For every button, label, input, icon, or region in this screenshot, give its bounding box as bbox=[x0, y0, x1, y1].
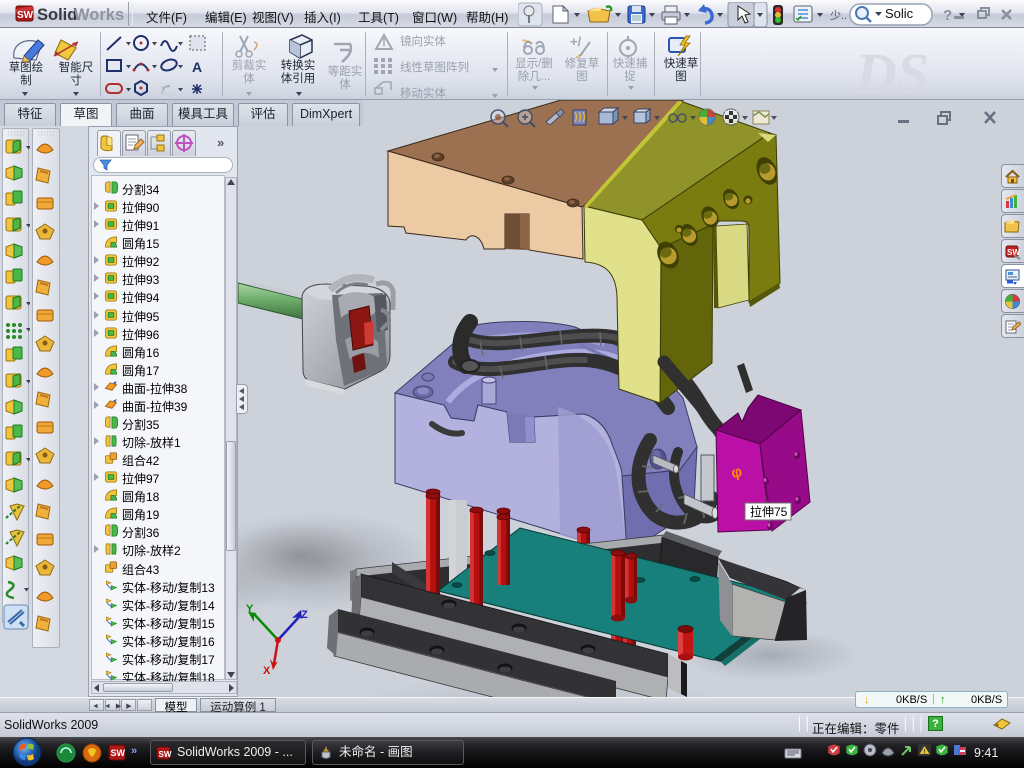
svg-text:SW: SW bbox=[17, 10, 34, 21]
svg-text:X: X bbox=[263, 665, 271, 677]
svg-text:!: ! bbox=[924, 749, 926, 756]
svg-text:Solid: Solid bbox=[37, 6, 77, 24]
svg-text:+/: +/ bbox=[570, 34, 582, 49]
svg-text:Y: Y bbox=[246, 603, 254, 615]
svg-text:»: » bbox=[131, 745, 137, 757]
svg-text:Solic: Solic bbox=[885, 6, 914, 21]
svg-text:A: A bbox=[192, 59, 202, 75]
svg-text:Works: Works bbox=[74, 6, 124, 24]
svg-text:SW: SW bbox=[159, 750, 172, 759]
svg-text:少..: 少.. bbox=[830, 9, 847, 22]
svg-text:Z: Z bbox=[301, 609, 308, 621]
svg-text:拉伸75: 拉伸75 bbox=[750, 504, 788, 519]
svg-text:SW: SW bbox=[111, 748, 126, 758]
